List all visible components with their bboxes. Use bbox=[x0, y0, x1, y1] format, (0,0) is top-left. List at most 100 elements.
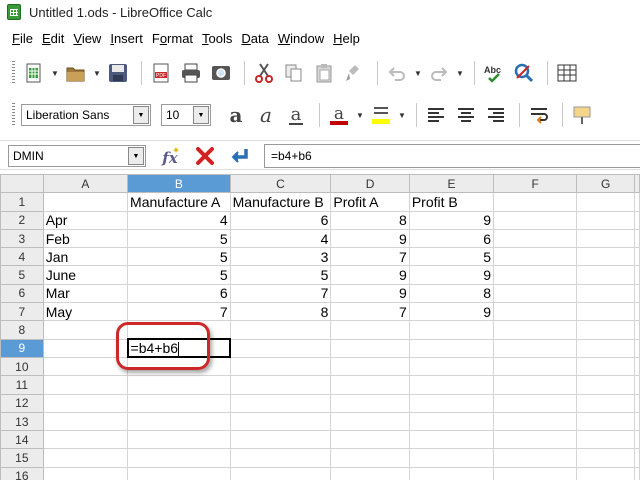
highlighting-button[interactable] bbox=[368, 102, 394, 128]
cell[interactable]: 5 bbox=[408, 247, 495, 267]
cell[interactable]: 5 bbox=[127, 265, 231, 285]
cell[interactable] bbox=[330, 430, 410, 450]
export-pdf-button[interactable]: PDF bbox=[148, 60, 174, 86]
cell[interactable]: 9 bbox=[330, 265, 410, 285]
cell[interactable] bbox=[634, 192, 640, 212]
row-header[interactable]: 1 bbox=[0, 192, 44, 212]
font-name-dropdown[interactable]: ▼ bbox=[133, 106, 149, 124]
cell[interactable] bbox=[493, 466, 578, 480]
row-header[interactable]: 15 bbox=[0, 448, 44, 468]
undo-button[interactable] bbox=[384, 60, 410, 86]
cell[interactable] bbox=[634, 356, 640, 377]
cell[interactable]: 8 bbox=[408, 283, 495, 304]
cell[interactable] bbox=[408, 430, 495, 450]
open-button[interactable] bbox=[63, 60, 89, 86]
name-box-dropdown[interactable]: ▼ bbox=[128, 147, 144, 165]
cell[interactable] bbox=[634, 283, 640, 304]
cell[interactable]: Apr bbox=[42, 210, 129, 230]
menu-item[interactable]: Format bbox=[152, 31, 193, 46]
cell[interactable] bbox=[576, 210, 635, 230]
cell[interactable] bbox=[493, 210, 578, 230]
cell[interactable] bbox=[229, 356, 332, 377]
cell[interactable] bbox=[42, 356, 129, 377]
menu-item[interactable]: Help bbox=[333, 31, 360, 46]
cell[interactable]: 8 bbox=[330, 210, 410, 230]
cell[interactable] bbox=[330, 466, 410, 480]
cell[interactable]: 9 bbox=[408, 210, 495, 230]
cell[interactable] bbox=[229, 411, 332, 432]
cell[interactable] bbox=[576, 466, 635, 480]
toolbar-grip[interactable] bbox=[12, 61, 15, 85]
cell[interactable] bbox=[634, 338, 640, 358]
cell[interactable] bbox=[408, 320, 495, 340]
cell[interactable] bbox=[493, 320, 578, 340]
cell[interactable] bbox=[42, 466, 129, 480]
cell[interactable] bbox=[634, 210, 640, 230]
column-header[interactable] bbox=[634, 174, 640, 194]
autospellcheck-button[interactable] bbox=[511, 60, 537, 86]
cell[interactable] bbox=[493, 228, 578, 249]
cell[interactable] bbox=[330, 338, 410, 358]
cell[interactable] bbox=[42, 375, 129, 395]
select-all-corner[interactable] bbox=[0, 174, 44, 194]
cell[interactable] bbox=[408, 411, 495, 432]
cell[interactable] bbox=[493, 393, 578, 413]
cell[interactable]: 9 bbox=[330, 228, 410, 249]
cell[interactable] bbox=[493, 375, 578, 395]
align-right-button[interactable] bbox=[483, 102, 509, 128]
cell[interactable] bbox=[408, 356, 495, 377]
cell[interactable] bbox=[330, 411, 410, 432]
cell[interactable] bbox=[576, 283, 635, 304]
row-header[interactable]: 14 bbox=[0, 430, 44, 450]
cell[interactable] bbox=[634, 247, 640, 267]
cell[interactable] bbox=[634, 448, 640, 468]
cell[interactable]: 6 bbox=[229, 210, 332, 230]
cell[interactable] bbox=[493, 356, 578, 377]
cell[interactable] bbox=[127, 375, 231, 395]
column-header[interactable]: E bbox=[408, 174, 495, 194]
cell[interactable] bbox=[576, 302, 635, 322]
cell[interactable] bbox=[42, 338, 129, 358]
cell[interactable] bbox=[493, 338, 578, 358]
row-header[interactable]: 13 bbox=[0, 411, 44, 432]
cancel-button[interactable] bbox=[192, 143, 218, 169]
column-header[interactable]: D bbox=[330, 174, 410, 194]
clone-formatting-button[interactable] bbox=[341, 60, 367, 86]
cut-button[interactable] bbox=[251, 60, 277, 86]
cell[interactable] bbox=[634, 466, 640, 480]
cell[interactable] bbox=[493, 448, 578, 468]
cell[interactable] bbox=[576, 375, 635, 395]
cell[interactable] bbox=[42, 320, 129, 340]
cell[interactable]: 6 bbox=[127, 283, 231, 304]
cell[interactable] bbox=[408, 448, 495, 468]
column-header[interactable]: B bbox=[127, 174, 231, 194]
cell[interactable] bbox=[576, 448, 635, 468]
row-header[interactable]: 6 bbox=[0, 283, 44, 304]
cell[interactable] bbox=[576, 228, 635, 249]
menu-item[interactable]: Data bbox=[241, 31, 268, 46]
cell[interactable]: Manufacture A bbox=[127, 192, 231, 212]
redo-button[interactable] bbox=[426, 60, 452, 86]
cell[interactable] bbox=[634, 430, 640, 450]
copy-button[interactable] bbox=[281, 60, 307, 86]
cell[interactable]: Feb bbox=[42, 228, 129, 249]
cell[interactable] bbox=[330, 393, 410, 413]
cell[interactable] bbox=[127, 448, 231, 468]
row-header[interactable]: 4 bbox=[0, 247, 44, 267]
cell[interactable]: 9 bbox=[408, 265, 495, 285]
cell[interactable] bbox=[127, 411, 231, 432]
print-preview-button[interactable] bbox=[208, 60, 234, 86]
cell[interactable] bbox=[493, 265, 578, 285]
column-header[interactable]: G bbox=[576, 174, 635, 194]
redo-dropdown-arrow[interactable]: ▼ bbox=[456, 60, 464, 86]
cell[interactable]: 5 bbox=[127, 247, 231, 267]
cell[interactable] bbox=[229, 338, 332, 358]
toolbar-grip[interactable] bbox=[12, 103, 15, 127]
cell[interactable]: 7 bbox=[330, 247, 410, 267]
open-dropdown-arrow[interactable]: ▼ bbox=[93, 60, 101, 86]
merge-cells-button[interactable] bbox=[569, 102, 595, 128]
cell[interactable]: 8 bbox=[229, 302, 332, 322]
cell[interactable] bbox=[330, 375, 410, 395]
cell[interactable] bbox=[42, 430, 129, 450]
cell[interactable]: 7 bbox=[127, 302, 231, 322]
